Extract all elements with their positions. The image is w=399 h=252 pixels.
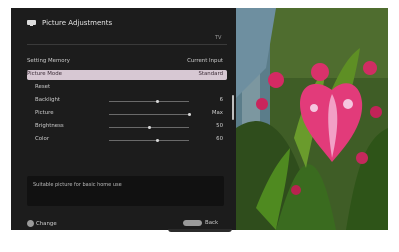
color-row[interactable]: Color 60 bbox=[27, 135, 227, 145]
setting-memory-row[interactable]: Setting Memory Current Input bbox=[27, 57, 227, 67]
slider-knob[interactable] bbox=[187, 113, 191, 116]
row-value: 60 bbox=[216, 136, 223, 142]
picture-mode-row[interactable]: Picture Mode Standard bbox=[27, 70, 227, 80]
tv-icon bbox=[27, 20, 36, 26]
flower-background-image bbox=[236, 8, 388, 230]
slider-knob[interactable] bbox=[155, 100, 159, 103]
change-hint[interactable]: Change bbox=[27, 220, 57, 227]
change-label: Change bbox=[36, 220, 57, 227]
row-label: Brightness bbox=[35, 123, 64, 129]
description-box: Suitable picture for basic home use bbox=[27, 176, 224, 206]
circle-button-icon bbox=[27, 220, 34, 227]
color-slider[interactable] bbox=[109, 139, 189, 142]
row-label: Backlight bbox=[35, 97, 61, 103]
row-value: Standard bbox=[198, 71, 223, 77]
back-label: Back bbox=[205, 220, 219, 226]
row-label: Setting Memory bbox=[27, 58, 70, 64]
backlight-row[interactable]: Backlight 6 bbox=[27, 96, 227, 106]
brightness-row[interactable]: Brightness 50 bbox=[27, 122, 227, 132]
source-tag: TV bbox=[215, 35, 222, 41]
row-value: Current Input bbox=[187, 58, 223, 64]
picture-adjustments-panel: Picture Adjustments TV Setting Memory Cu… bbox=[11, 8, 236, 230]
row-label: Picture bbox=[35, 110, 54, 116]
flower-photo bbox=[236, 8, 388, 230]
row-value: 6 bbox=[219, 97, 223, 103]
slider-knob[interactable] bbox=[155, 139, 159, 142]
row-label: Color bbox=[35, 136, 50, 142]
row-label: Reset bbox=[35, 84, 51, 90]
divider bbox=[27, 44, 227, 45]
menu-title: Picture Adjustments bbox=[42, 19, 113, 27]
brightness-slider[interactable] bbox=[109, 126, 189, 129]
menu-header: Picture Adjustments bbox=[27, 19, 112, 27]
picture-slider[interactable] bbox=[109, 113, 191, 116]
row-value: Max bbox=[211, 110, 223, 116]
row-value: 50 bbox=[216, 123, 223, 129]
slider-knob[interactable] bbox=[147, 126, 151, 129]
tv-stand bbox=[168, 229, 232, 232]
return-button-icon bbox=[183, 220, 202, 226]
reset-row[interactable]: Reset bbox=[27, 83, 227, 93]
backlight-slider[interactable] bbox=[109, 100, 189, 103]
picture-row[interactable]: Picture Max bbox=[27, 109, 227, 119]
back-hint[interactable]: Back bbox=[183, 220, 218, 226]
row-label: Picture Mode bbox=[27, 71, 62, 77]
description-text: Suitable picture for basic home use bbox=[33, 182, 122, 188]
menu-scrollbar[interactable] bbox=[232, 95, 234, 120]
